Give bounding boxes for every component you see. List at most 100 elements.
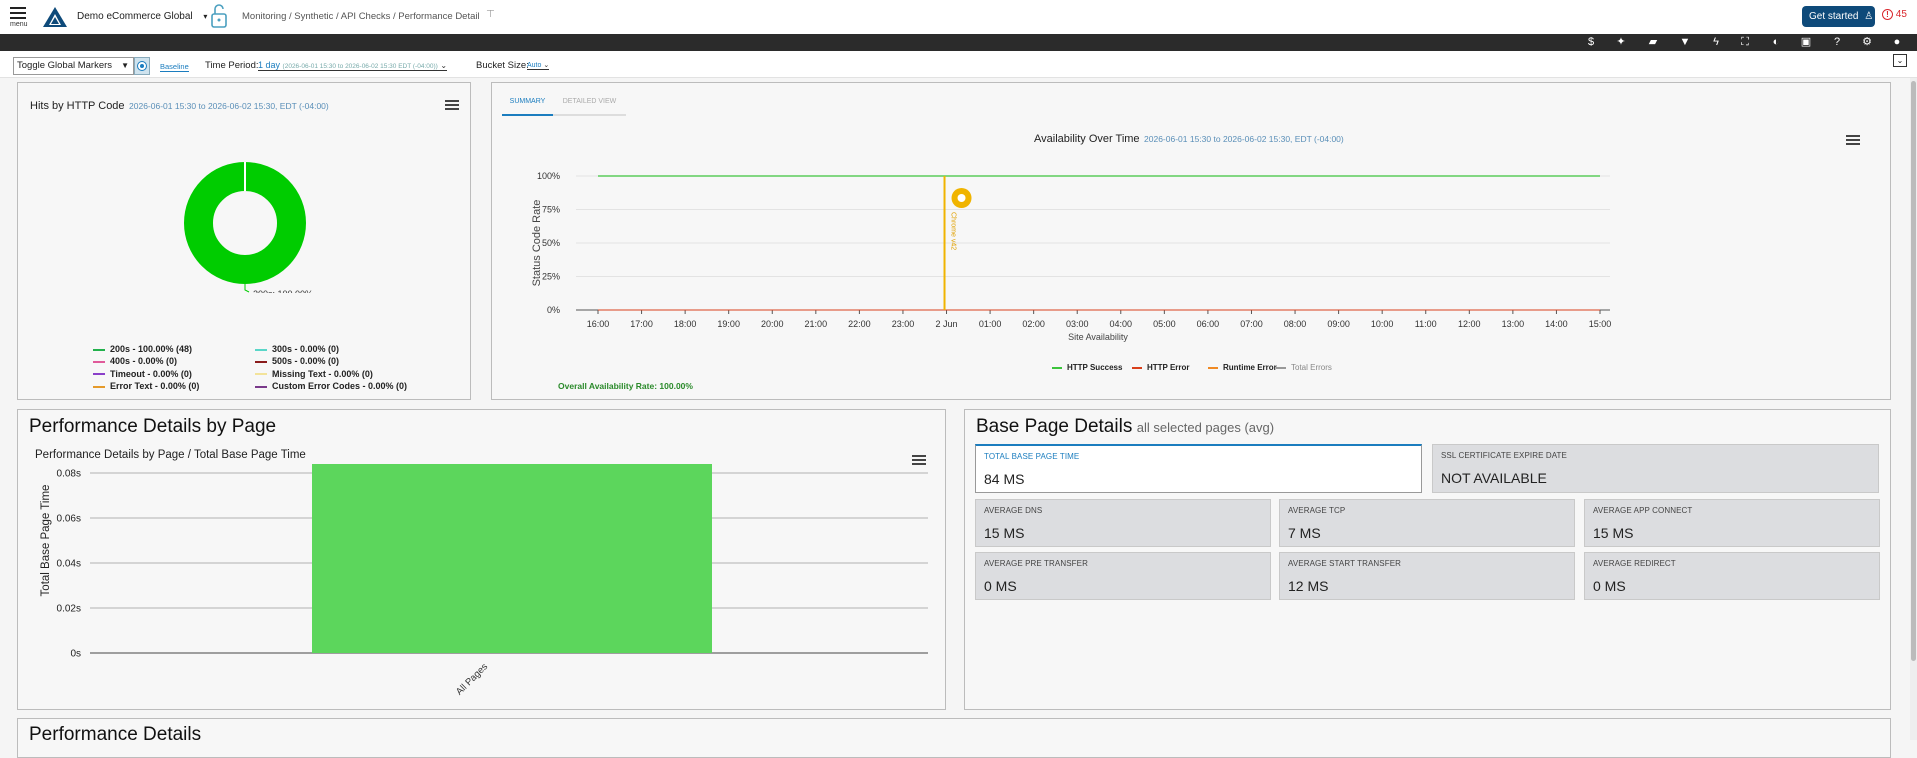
filter-toolbar: Toggle Global Markers ▼ Baseline Time Pe… xyxy=(0,51,1917,78)
legend-item[interactable]: Timeout - 0.00% (0) xyxy=(93,369,192,379)
collapse-toolbar-button[interactable]: ⌄ xyxy=(1893,54,1907,67)
filter-icon[interactable]: ▼ xyxy=(1676,34,1694,51)
action-icon-bar: $ ✦ ▰ ▼ ϟ ⛶ ◐ ▣ ? ⚙ ● xyxy=(0,34,1917,51)
x-tick-label: 2 Jun xyxy=(936,319,958,329)
metric-card-value: 15 MS xyxy=(1593,525,1634,541)
metric-card[interactable]: AVERAGE START TRANSFER 12 MS xyxy=(1279,552,1575,600)
base-page-details-panel: Base Page Details all selected pages (av… xyxy=(964,409,1891,710)
user-icon[interactable]: ● xyxy=(1888,34,1906,51)
legend-label: Missing Text - 0.00% (0) xyxy=(272,368,373,379)
chevron-down-icon: ⌄ xyxy=(543,62,550,69)
breadcrumb: Monitoring / Synthetic / API Checks / Pe… xyxy=(242,11,480,22)
metric-card-value: 7 MS xyxy=(1288,525,1321,541)
performance-details-panel: Performance Details xyxy=(17,718,1891,758)
x-tick-label: 14:00 xyxy=(1545,319,1568,329)
metric-card[interactable]: AVERAGE TCP 7 MS xyxy=(1279,499,1575,547)
legend-item[interactable]: HTTP Success xyxy=(1052,363,1122,372)
hits-range: 2026-06-01 15:30 to 2026-06-02 15:30, ED… xyxy=(129,101,329,111)
legend-item[interactable]: Error Text - 0.00% (0) xyxy=(93,381,199,391)
page-scrollbar[interactable] xyxy=(1910,78,1917,740)
hits-chart-menu-icon[interactable] xyxy=(445,100,459,112)
alert-count: 45 xyxy=(1895,9,1907,20)
time-period-range: (2026-06-01 15:30 to 2026-06-02 15:30 ED… xyxy=(282,63,438,70)
chevron-down-icon: ▾ xyxy=(203,12,208,21)
slice-label: 200s: 100.00% xyxy=(253,289,313,293)
metric-card[interactable]: AVERAGE DNS 15 MS xyxy=(975,499,1271,547)
lightning-icon[interactable]: ϟ xyxy=(1707,34,1725,51)
legend-label: 200s - 100.00% (48) xyxy=(110,344,193,354)
baseline-link[interactable]: Baseline xyxy=(160,62,189,72)
metric-card[interactable]: AVERAGE REDIRECT 0 MS xyxy=(1584,552,1880,600)
y-axis-label: Status Code Rate xyxy=(531,200,543,287)
base-page-subheading: all selected pages (avg) xyxy=(1136,420,1275,435)
y-tick-label: 100% xyxy=(537,171,560,181)
metric-card[interactable]: SSL CERTIFICATE EXPIRE DATE NOT AVAILABLE xyxy=(1432,444,1879,493)
legend-item[interactable]: Missing Text - 0.00% (0) xyxy=(255,369,373,379)
global-markers-select[interactable]: Toggle Global Markers ▼ xyxy=(13,57,134,75)
legend-item[interactable]: Runtime Error xyxy=(1208,363,1277,372)
org-selector[interactable]: Demo eCommerce Global ▾ xyxy=(77,11,207,22)
scrollbar-thumb[interactable] xyxy=(1911,81,1916,661)
metric-card-label: AVERAGE START TRANSFER xyxy=(1288,559,1402,568)
legend-item[interactable]: Total Errors xyxy=(1276,363,1332,372)
legend-item[interactable]: 200s - 100.00% (48) xyxy=(93,344,192,354)
fullscreen-icon[interactable]: ⛶ xyxy=(1736,34,1754,51)
metric-card-value: NOT AVAILABLE xyxy=(1441,470,1547,486)
x-tick-label: 20:00 xyxy=(761,319,784,329)
legend-swatch xyxy=(1052,366,1062,369)
availability-line-chart: 0% 25% 50% 75% 100% 16:00 17:00 18:00 19:00 20:00… xyxy=(531,171,1612,342)
marker-target-icon[interactable] xyxy=(134,57,150,75)
availability-panel: SUMMARY DETAILED VIEW Availability Over … xyxy=(491,82,1891,400)
legend-label: Runtime Error xyxy=(1223,363,1277,372)
legend-item[interactable]: 300s - 0.00% (0) xyxy=(255,344,339,354)
base-page-time-bar-chart: 0s0.02s0.04s0.06s0.08s0.1sTotal Base Pag… xyxy=(40,464,928,698)
sparkle-icon[interactable]: ✦ xyxy=(1612,34,1630,51)
bucket-size-label: Bucket Size: xyxy=(476,60,529,71)
pin-icon[interactable]: ⊤ xyxy=(486,9,495,20)
x-tick-label: 22:00 xyxy=(848,319,871,329)
y-tick-label: 0% xyxy=(547,305,560,315)
tab-summary-label: SUMMARY xyxy=(509,98,546,105)
metric-card[interactable]: TOTAL BASE PAGE TIME 84 MS xyxy=(975,444,1422,493)
base-page-heading: Base Page Details xyxy=(976,416,1133,437)
tab-detailed-view[interactable]: DETAILED VIEW xyxy=(553,96,626,116)
gear-icon[interactable]: ⚙ xyxy=(1858,34,1876,51)
time-period-select[interactable]: 1 day (2026-06-01 15:30 to 2026-06-02 15… xyxy=(258,60,448,71)
x-tick-label: 10:00 xyxy=(1371,319,1394,329)
legend-item[interactable]: 400s - 0.00% (0) xyxy=(93,356,177,366)
x-axis-label: Site Availability xyxy=(1068,332,1128,342)
bucket-size-value: Auto xyxy=(527,62,542,69)
bucket-size-select[interactable]: Auto ⌄ xyxy=(527,61,550,70)
performance-by-page-panel: Performance Details by Page Performance … xyxy=(17,409,946,710)
legend-swatch xyxy=(1276,366,1286,369)
legend-item[interactable]: Custom Error Codes - 0.00% (0) xyxy=(255,381,407,391)
x-tick-label: 15:00 xyxy=(1589,319,1612,329)
tab-summary[interactable]: SUMMARY xyxy=(502,96,553,116)
unlock-icon[interactable] xyxy=(210,3,228,29)
legend-item[interactable]: 500s - 0.00% (0) xyxy=(255,356,339,366)
help-icon[interactable]: ? xyxy=(1828,34,1846,51)
legend-label: HTTP Error xyxy=(1147,363,1190,372)
legend-swatch xyxy=(1208,366,1218,369)
y-tick-label: 75% xyxy=(542,205,560,215)
x-tick-label: 18:00 xyxy=(674,319,697,329)
dollar-icon[interactable]: $ xyxy=(1582,34,1600,51)
hamburger-menu-button[interactable]: menu xyxy=(10,6,30,30)
time-period-value: 1 day xyxy=(258,60,281,70)
contrast-icon[interactable]: ◐ xyxy=(1767,34,1785,51)
legend-item[interactable]: HTTP Error xyxy=(1132,363,1190,372)
x-tick-label: 16:00 xyxy=(587,319,610,329)
metric-card-label: TOTAL BASE PAGE TIME xyxy=(984,452,1080,461)
legend-swatch xyxy=(255,373,267,376)
global-markers-label: Toggle Global Markers xyxy=(17,60,113,71)
metric-card[interactable]: AVERAGE APP CONNECT 15 MS xyxy=(1584,499,1880,547)
y-tick-label: 0.08s xyxy=(57,469,81,480)
comment-icon[interactable]: ▰ xyxy=(1644,34,1662,51)
alerts-button[interactable]: ! 45 xyxy=(1882,9,1907,20)
metric-card-label: AVERAGE REDIRECT xyxy=(1593,559,1676,568)
get-started-button[interactable]: Get started ♙ xyxy=(1802,6,1875,27)
x-tick-label: 05:00 xyxy=(1153,319,1176,329)
metric-card[interactable]: AVERAGE PRE TRANSFER 0 MS xyxy=(975,552,1271,600)
x-tick-label: 19:00 xyxy=(717,319,740,329)
info-box-icon[interactable]: ▣ xyxy=(1797,34,1815,51)
